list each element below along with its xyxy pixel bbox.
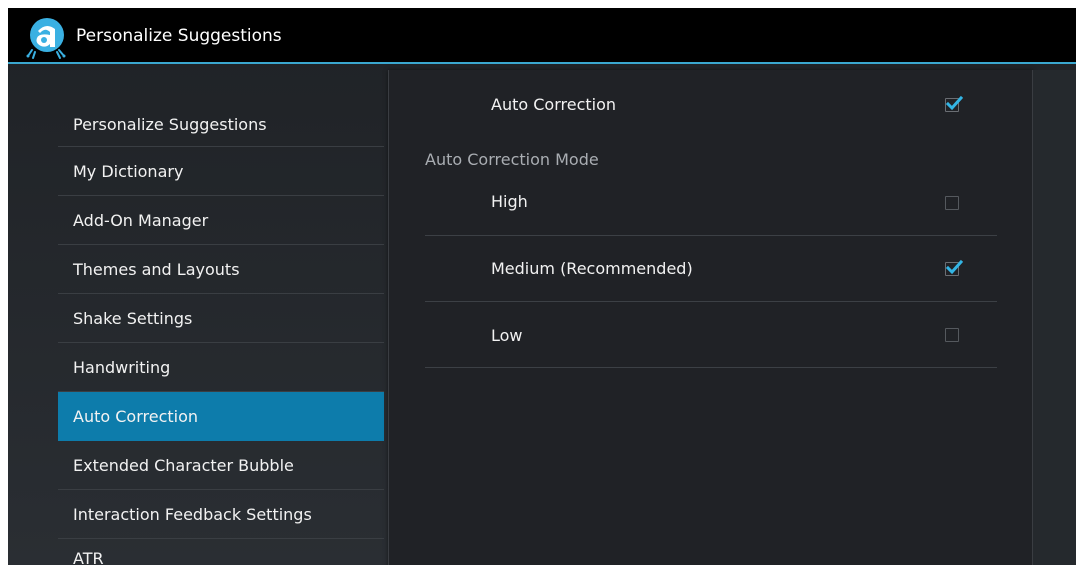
screen: Personalize Suggestions Personalize Sugg… bbox=[8, 8, 1076, 565]
sidebar-item-label: Personalize Suggestions bbox=[73, 115, 267, 134]
sidebar-item-label: ATR bbox=[73, 549, 104, 565]
sidebar-item-atr[interactable]: ATR bbox=[58, 539, 384, 565]
sidebar-item-label: Add-On Manager bbox=[73, 210, 209, 230]
auto-correction-mode-header: Auto Correction Mode bbox=[425, 150, 599, 169]
auto-correction-checkbox[interactable] bbox=[945, 95, 963, 112]
sidebar-item-my-dictionary[interactable]: My Dictionary bbox=[58, 147, 384, 196]
sidebar-item-interaction-feedback-settings[interactable]: Interaction Feedback Settings bbox=[58, 490, 384, 539]
sidebar-item-shake-settings[interactable]: Shake Settings bbox=[58, 294, 384, 343]
mode-row-medium[interactable]: Medium (Recommended) bbox=[425, 236, 997, 302]
sidebar-item-label: Handwriting bbox=[73, 357, 171, 377]
settings-sidebar: Personalize Suggestions My Dictionary Ad… bbox=[58, 96, 384, 565]
sidebar-item-label: My Dictionary bbox=[73, 161, 184, 181]
auto-correction-label: Auto Correction bbox=[491, 95, 617, 114]
sidebar-item-label: Themes and Layouts bbox=[73, 259, 240, 279]
sidebar-item-label: Interaction Feedback Settings bbox=[73, 504, 312, 524]
mode-row-low[interactable]: Low bbox=[425, 302, 997, 368]
mode-row-high[interactable]: High bbox=[425, 176, 997, 236]
mode-checkbox-low[interactable] bbox=[945, 328, 959, 342]
sidebar-item-add-on-manager[interactable]: Add-On Manager bbox=[58, 196, 384, 245]
sidebar-item-label: Auto Correction bbox=[73, 406, 199, 426]
mode-label-low: Low bbox=[491, 326, 523, 345]
sidebar-item-personalize-suggestions[interactable]: Personalize Suggestions bbox=[58, 96, 384, 147]
settings-content-panel: Auto Correction Auto Correction Mode Hig… bbox=[388, 70, 1033, 565]
sidebar-item-label: Shake Settings bbox=[73, 308, 193, 328]
right-margin bbox=[1033, 70, 1076, 565]
sidebar-item-auto-correction[interactable]: Auto Correction bbox=[58, 392, 384, 441]
app-logo-icon[interactable] bbox=[24, 14, 70, 60]
auto-correction-toggle-row[interactable]: Auto Correction bbox=[425, 88, 997, 120]
mode-label-medium: Medium (Recommended) bbox=[491, 259, 693, 278]
mode-checkbox-high[interactable] bbox=[945, 196, 959, 210]
sidebar-item-themes-and-layouts[interactable]: Themes and Layouts bbox=[58, 245, 384, 294]
sidebar-item-handwriting[interactable]: Handwriting bbox=[58, 343, 384, 392]
mode-checkbox-medium[interactable] bbox=[945, 259, 963, 276]
row-divider bbox=[425, 367, 997, 368]
page-title: Personalize Suggestions bbox=[76, 26, 282, 46]
sidebar-item-label: Extended Character Bubble bbox=[73, 455, 294, 475]
action-bar: Personalize Suggestions bbox=[8, 8, 1076, 64]
checkmark-icon bbox=[945, 259, 963, 275]
mode-label-high: High bbox=[491, 192, 528, 211]
sidebar-item-extended-character-bubble[interactable]: Extended Character Bubble bbox=[58, 441, 384, 490]
checkmark-icon bbox=[945, 95, 963, 111]
